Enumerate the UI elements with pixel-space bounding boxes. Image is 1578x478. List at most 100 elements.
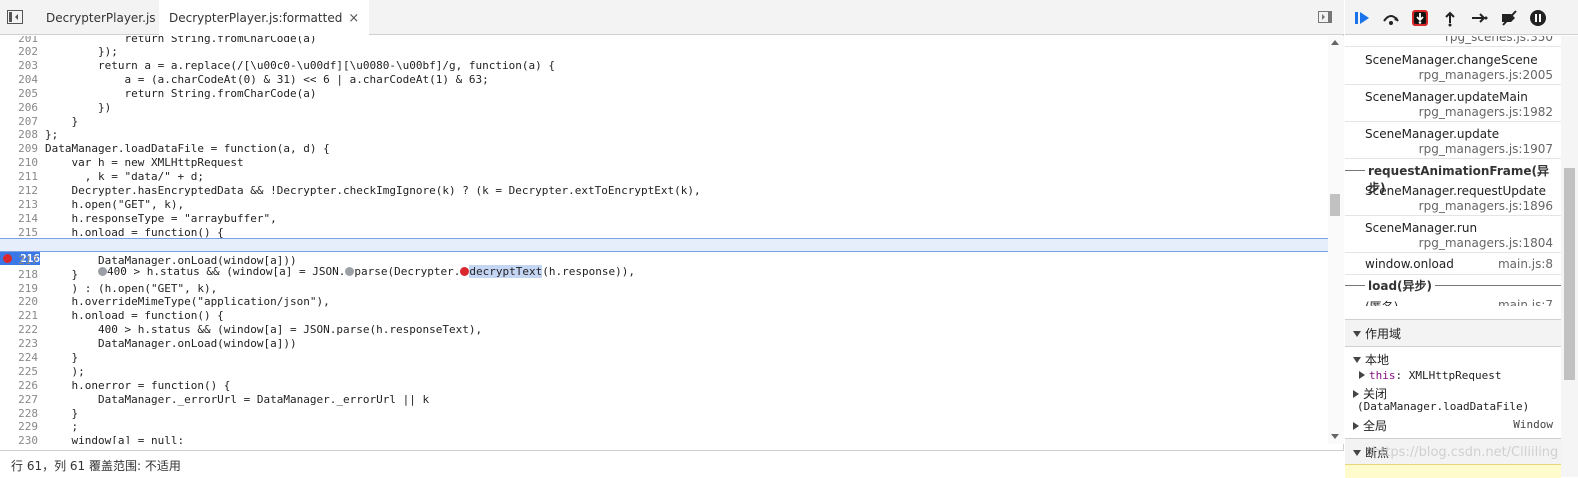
code-line: 228 } <box>0 407 1328 420</box>
line-number[interactable]: 227 <box>0 393 38 406</box>
scope-closure-sub: (DataManager.loadDataFile) <box>1357 400 1530 413</box>
line-number[interactable]: 221 <box>0 309 38 322</box>
line-number[interactable]: 217 <box>0 254 38 267</box>
scroll-up-icon[interactable] <box>1331 40 1339 45</box>
code-text: return a = a.replace(/[\u00c0-\u00df][\u… <box>45 59 555 72</box>
line-number[interactable]: 213 <box>0 198 38 211</box>
code-line: 217 DataManager.onLoad(window[a])) <box>0 254 1328 267</box>
code-text: return String.fromCharCode(a) <box>45 36 317 45</box>
code-text: h.overrideMimeType("application/json"), <box>45 295 330 308</box>
async-separator: load(异步) <box>1345 277 1561 294</box>
line-number[interactable]: 205 <box>0 87 38 100</box>
line-number[interactable]: 206 <box>0 101 38 114</box>
line-number[interactable]: 226 <box>0 379 38 392</box>
step-out-icon[interactable] <box>1441 9 1459 27</box>
call-frame[interactable]: SceneManager.run rpg_managers.js:1804 <box>1345 216 1561 253</box>
code-line: 223 DataManager.onLoad(window[a])) <box>0 337 1328 350</box>
pause-on-exceptions-icon[interactable] <box>1529 9 1547 27</box>
frame-function: SceneManager.update <box>1365 127 1500 141</box>
scope-header-label: 作用域 <box>1353 325 1401 342</box>
frame-function: SceneManager.changeScene <box>1365 53 1538 67</box>
navigator-toggle-icon[interactable] <box>7 10 23 24</box>
tab-decrypterplayer-formatted[interactable]: DecrypterPlayer.js:formatted × <box>159 0 370 37</box>
debugger-sidebar-toggle-icon[interactable] <box>1318 11 1332 23</box>
code-text: ; <box>45 420 79 433</box>
call-stack-list: rpg_scenes.js:350 SceneManager.changeSce… <box>1345 36 1561 306</box>
step-icon[interactable] <box>1470 9 1488 27</box>
scope-global[interactable]: 全局 Window <box>1353 417 1553 434</box>
code-line: 212 Decrypter.hasEncryptedData && !Decry… <box>0 184 1328 197</box>
code-line: 204 a = (a.charCodeAt(0) & 31) << 6 | a.… <box>0 73 1328 86</box>
step-into-icon[interactable] <box>1411 9 1429 27</box>
frame-function: window.onload <box>1365 257 1454 271</box>
code-line: 227 DataManager._errorUrl = DataManager.… <box>0 393 1328 406</box>
line-number[interactable]: 210 <box>0 156 38 169</box>
line-number[interactable]: 208 <box>0 128 38 141</box>
paused-breakpoint-row[interactable] <box>1345 464 1561 478</box>
line-number[interactable]: 202 <box>0 45 38 58</box>
frame-function: SceneManager.run <box>1365 221 1478 235</box>
scrollbar-thumb[interactable] <box>1330 194 1340 216</box>
code-line: 201 return String.fromCharCode(a) <box>0 36 1328 45</box>
line-number[interactable]: 207 <box>0 115 38 128</box>
sidebar-scrollbar[interactable] <box>1561 36 1578 477</box>
code-text: DataManager.loadDataFile = function(a, d… <box>45 142 330 155</box>
code-text: } <box>45 407 79 420</box>
call-frame[interactable]: SceneManager.updateMain rpg_managers.js:… <box>1345 85 1561 122</box>
line-number[interactable]: 220 <box>0 295 38 308</box>
debugger-sidebar: rpg_scenes.js:350 SceneManager.changeSce… <box>1345 0 1578 478</box>
call-frame[interactable]: window.onload main.js:8 <box>1345 253 1561 275</box>
call-frame[interactable]: rpg_scenes.js:350 <box>1345 36 1561 47</box>
scope-local[interactable]: 本地 <box>1353 351 1389 368</box>
line-number[interactable]: 211 <box>0 170 38 183</box>
scroll-down-icon[interactable] <box>1331 434 1339 439</box>
expand-arrow-icon <box>1353 357 1361 363</box>
editor-scrollbar[interactable] <box>1328 36 1344 444</box>
call-frame[interactable]: (匿名) main.js:7 <box>1345 294 1561 306</box>
line-number[interactable]: 204 <box>0 73 38 86</box>
step-over-icon[interactable] <box>1382 9 1400 27</box>
code-line: 210 var h = new XMLHttpRequest <box>0 156 1328 169</box>
line-number[interactable]: 212 <box>0 184 38 197</box>
line-number[interactable]: 203 <box>0 59 38 72</box>
code-text: h.open("GET", k), <box>45 198 185 211</box>
call-frame[interactable]: SceneManager.requestUpdate rpg_managers.… <box>1345 179 1561 216</box>
tab-decrypterplayer-js[interactable]: DecrypterPlayer.js <box>36 0 166 35</box>
code-text: var h = new XMLHttpRequest <box>45 156 244 169</box>
code-text: ); <box>45 365 85 378</box>
line-number[interactable]: 222 <box>0 323 38 336</box>
line-number[interactable]: 223 <box>0 337 38 350</box>
code-text: a = (a.charCodeAt(0) & 31) << 6 | a.char… <box>45 73 489 86</box>
line-number[interactable]: 225 <box>0 365 38 378</box>
scope-section-header[interactable]: 作用域 <box>1345 319 1561 347</box>
frame-location: rpg_managers.js:2005 <box>1418 68 1553 82</box>
code-editor[interactable]: 201 return String.fromCharCode(a) 202 })… <box>0 36 1328 444</box>
expand-arrow-icon <box>1359 371 1365 379</box>
line-number[interactable]: 219 <box>0 282 38 295</box>
line-number[interactable]: 214 <box>0 212 38 225</box>
expand-arrow-icon <box>1353 450 1361 456</box>
close-icon[interactable]: × <box>348 0 359 37</box>
scrollbar-thumb[interactable] <box>1564 168 1575 380</box>
code-line: 219 ) : (h.open("GET", k), <box>0 282 1328 295</box>
call-frame[interactable]: SceneManager.update rpg_managers.js:1907 <box>1345 122 1561 159</box>
resume-icon[interactable] <box>1353 9 1371 27</box>
code-line: 221 h.onload = function() { <box>0 309 1328 322</box>
line-number[interactable]: 201 <box>0 36 38 45</box>
frame-location: rpg_managers.js:1982 <box>1418 105 1553 119</box>
line-number[interactable]: 218 <box>0 268 38 281</box>
line-number[interactable]: 224 <box>0 351 38 364</box>
line-number[interactable]: 230 <box>0 434 38 444</box>
line-number[interactable]: 209 <box>0 142 38 155</box>
deactivate-breakpoints-icon[interactable] <box>1500 9 1518 27</box>
scope-this-row[interactable]: this: XMLHttpRequest <box>1359 369 1501 382</box>
code-line: 229 ; <box>0 420 1328 433</box>
line-number[interactable]: 229 <box>0 420 38 433</box>
tab-label: DecrypterPlayer.js <box>46 11 156 25</box>
code-line: 226 h.onerror = function() { <box>0 379 1328 392</box>
code-text: h.onload = function() { <box>45 309 224 322</box>
scope-closure-label: 关闭 <box>1363 387 1388 401</box>
call-frame[interactable]: SceneManager.changeScene rpg_managers.js… <box>1345 48 1561 85</box>
line-number[interactable]: 228 <box>0 407 38 420</box>
frame-location: rpg_managers.js:1907 <box>1418 142 1553 156</box>
